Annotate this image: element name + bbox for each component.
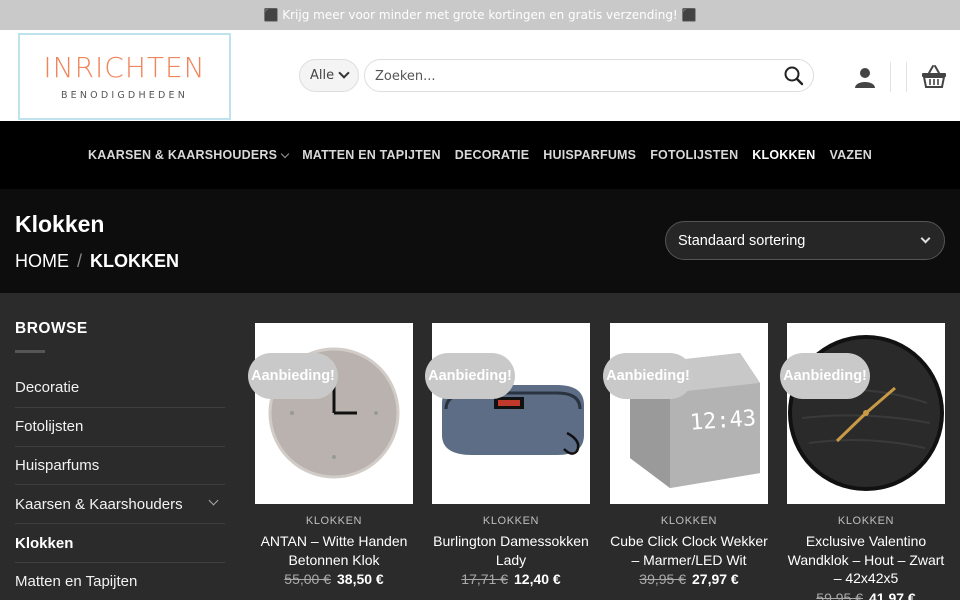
sidebar-item-fotolijsten[interactable]: Fotolijsten	[15, 408, 225, 447]
product-name[interactable]: Burlington Damessokken Lady	[432, 532, 590, 569]
sidebar-item-huisparfums[interactable]: Huisparfums	[15, 447, 225, 486]
user-icon[interactable]	[852, 65, 878, 91]
sale-badge: Aanbieding!	[248, 353, 338, 399]
product-card[interactable]: Aanbieding! KLOKKEN ANTAN – Witte Handen…	[248, 323, 413, 587]
old-price: 59,95 €	[816, 589, 863, 600]
nav-item-matten[interactable]: MATTEN EN TAPIJTEN	[302, 148, 441, 162]
site-logo[interactable]: INRICHTEN BENODIGDHEDEN	[18, 33, 231, 120]
product-category[interactable]: KLOKKEN	[432, 515, 590, 527]
product-price: 59,95 € 41,97 €	[787, 590, 945, 600]
promo-bar: ⬛ Krijg meer voor minder met grote korti…	[0, 0, 960, 30]
logo-sub-text: BENODIGDHEDEN	[60, 90, 189, 101]
nav-item-label: FOTOLIJSTEN	[650, 148, 739, 162]
basket-icon[interactable]	[920, 64, 948, 90]
product-card[interactable]: 12:43 Aanbieding! KLOKKEN Cube Click Clo…	[603, 323, 768, 587]
product-card[interactable]: Aanbieding! KLOKKEN Exclusive Valentino …	[780, 323, 945, 600]
sidebar-item-label: Klokken	[15, 534, 74, 552]
product-price: 17,71 € 12,40 €	[432, 571, 590, 587]
product-card[interactable]: Aanbieding! KLOKKEN Burlington Damessokk…	[425, 323, 590, 587]
sidebar-item-matten[interactable]: Matten en Tapijten	[15, 563, 225, 600]
sale-price: 12,40 €	[514, 571, 561, 587]
sale-badge: Aanbieding!	[780, 353, 870, 399]
sort-select[interactable]: Standaard sortering	[665, 221, 945, 260]
product-name[interactable]: Cube Click Clock Wekker – Marmer/LED Wit	[610, 532, 768, 569]
nav-item-label: MATTEN EN TAPIJTEN	[302, 148, 441, 162]
product-price: 55,00 € 38,50 €	[255, 571, 413, 587]
product-name[interactable]: ANTAN – Witte Handen Betonnen Klok	[255, 532, 413, 569]
product-name[interactable]: Exclusive Valentino Wandklok – Hout – Zw…	[787, 532, 945, 588]
header-divider	[890, 62, 891, 92]
category-select[interactable]: Alle	[299, 59, 359, 92]
product-image[interactable]: Aanbieding!	[425, 323, 590, 504]
chevron-down-icon	[338, 67, 350, 79]
old-price: 39,95 €	[639, 571, 686, 587]
nav-item-klokken[interactable]: KLOKKEN	[752, 148, 815, 162]
chevron-down-icon	[920, 233, 931, 244]
site-header: INRICHTEN BENODIGDHEDEN Alle	[0, 30, 960, 121]
product-image[interactable]: Aanbieding!	[248, 323, 413, 504]
led-display-text: 12:43	[689, 406, 757, 436]
chevron-down-icon	[280, 149, 290, 158]
old-price: 55,00 €	[284, 571, 331, 587]
nav-item-kaarsen[interactable]: KAARSEN & KAARSHOUDERS	[88, 148, 290, 162]
product-category[interactable]: KLOKKEN	[255, 515, 413, 527]
sidebar-item-label: Matten en Tapijten	[15, 573, 138, 591]
breadcrumb-home-link[interactable]: HOME	[15, 251, 69, 271]
header-divider	[906, 62, 907, 92]
product-category[interactable]: KLOKKEN	[787, 515, 945, 527]
nav-item-label: VAZEN	[829, 148, 872, 162]
wooden-wall-clock-image	[787, 323, 945, 504]
sidebar-item-kaarsen[interactable]: Kaarsen & Kaarshouders	[15, 485, 225, 525]
heading-underline	[15, 350, 45, 353]
chevron-down-icon[interactable]	[208, 495, 219, 506]
promo-text: ⬛ Krijg meer voor minder met grote korti…	[263, 8, 697, 22]
sidebar-item-label: Decoratie	[15, 379, 80, 397]
sidebar-item-decoratie[interactable]: Decoratie	[15, 369, 225, 408]
main-nav: KAARSEN & KAARSHOUDERS MATTEN EN TAPIJTE…	[0, 121, 960, 189]
nav-item-label: DECORATIE	[454, 148, 530, 162]
product-category[interactable]: KLOKKEN	[610, 515, 768, 527]
product-image[interactable]: Aanbieding!	[780, 323, 945, 504]
concrete-clock-image	[255, 323, 413, 504]
pencil-case-image	[432, 323, 590, 504]
search-icon[interactable]	[783, 65, 805, 87]
sale-badge: Aanbieding!	[425, 353, 515, 399]
sale-price: 38,50 €	[337, 571, 384, 587]
sale-badge: Aanbieding!	[603, 353, 693, 399]
nav-item-label: KAARSEN & KAARSHOUDERS	[88, 148, 278, 162]
cube-clock-image: 12:43	[610, 323, 768, 504]
nav-item-label: HUISPARFUMS	[543, 148, 637, 162]
search-input[interactable]	[375, 66, 765, 86]
breadcrumb-current: KLOKKEN	[90, 251, 180, 271]
sidebar-item-label: Huisparfums	[15, 456, 100, 474]
nav-item-decoratie[interactable]: DECORATIE	[455, 148, 530, 162]
page-title-bar: Klokken HOME / KLOKKEN Standaard sortering	[0, 189, 960, 293]
breadcrumb-separator: /	[77, 251, 83, 271]
logo-main-text: INRICHTEN	[43, 51, 206, 84]
sidebar-item-label: Kaarsen & Kaarshouders	[15, 495, 183, 513]
sort-select-value: Standaard sortering	[678, 232, 806, 249]
page-title: Klokken	[15, 211, 105, 237]
category-select-value: Alle	[310, 68, 335, 83]
sale-price: 41,97 €	[869, 589, 916, 600]
sidebar-heading: BROWSE	[15, 320, 88, 337]
sale-price: 27,97 €	[692, 571, 739, 587]
nav-item-vazen[interactable]: VAZEN	[830, 148, 872, 162]
breadcrumb: HOME / KLOKKEN	[15, 251, 179, 272]
sidebar-item-klokken[interactable]: Klokken	[15, 524, 225, 563]
old-price: 17,71 €	[461, 571, 508, 587]
nav-item-huisparfums[interactable]: HUISPARFUMS	[543, 148, 636, 162]
search-box	[364, 59, 814, 92]
sidebar-item-label: Fotolijsten	[15, 418, 84, 436]
product-price: 39,95 € 27,97 €	[610, 571, 768, 587]
nav-item-label: KLOKKEN	[752, 148, 816, 162]
nav-item-fotolijsten[interactable]: FOTOLIJSTEN	[650, 148, 738, 162]
sidebar: BROWSE Decoratie Fotolijsten Huisparfums…	[15, 320, 225, 600]
product-image[interactable]: 12:43 Aanbieding!	[603, 323, 768, 504]
